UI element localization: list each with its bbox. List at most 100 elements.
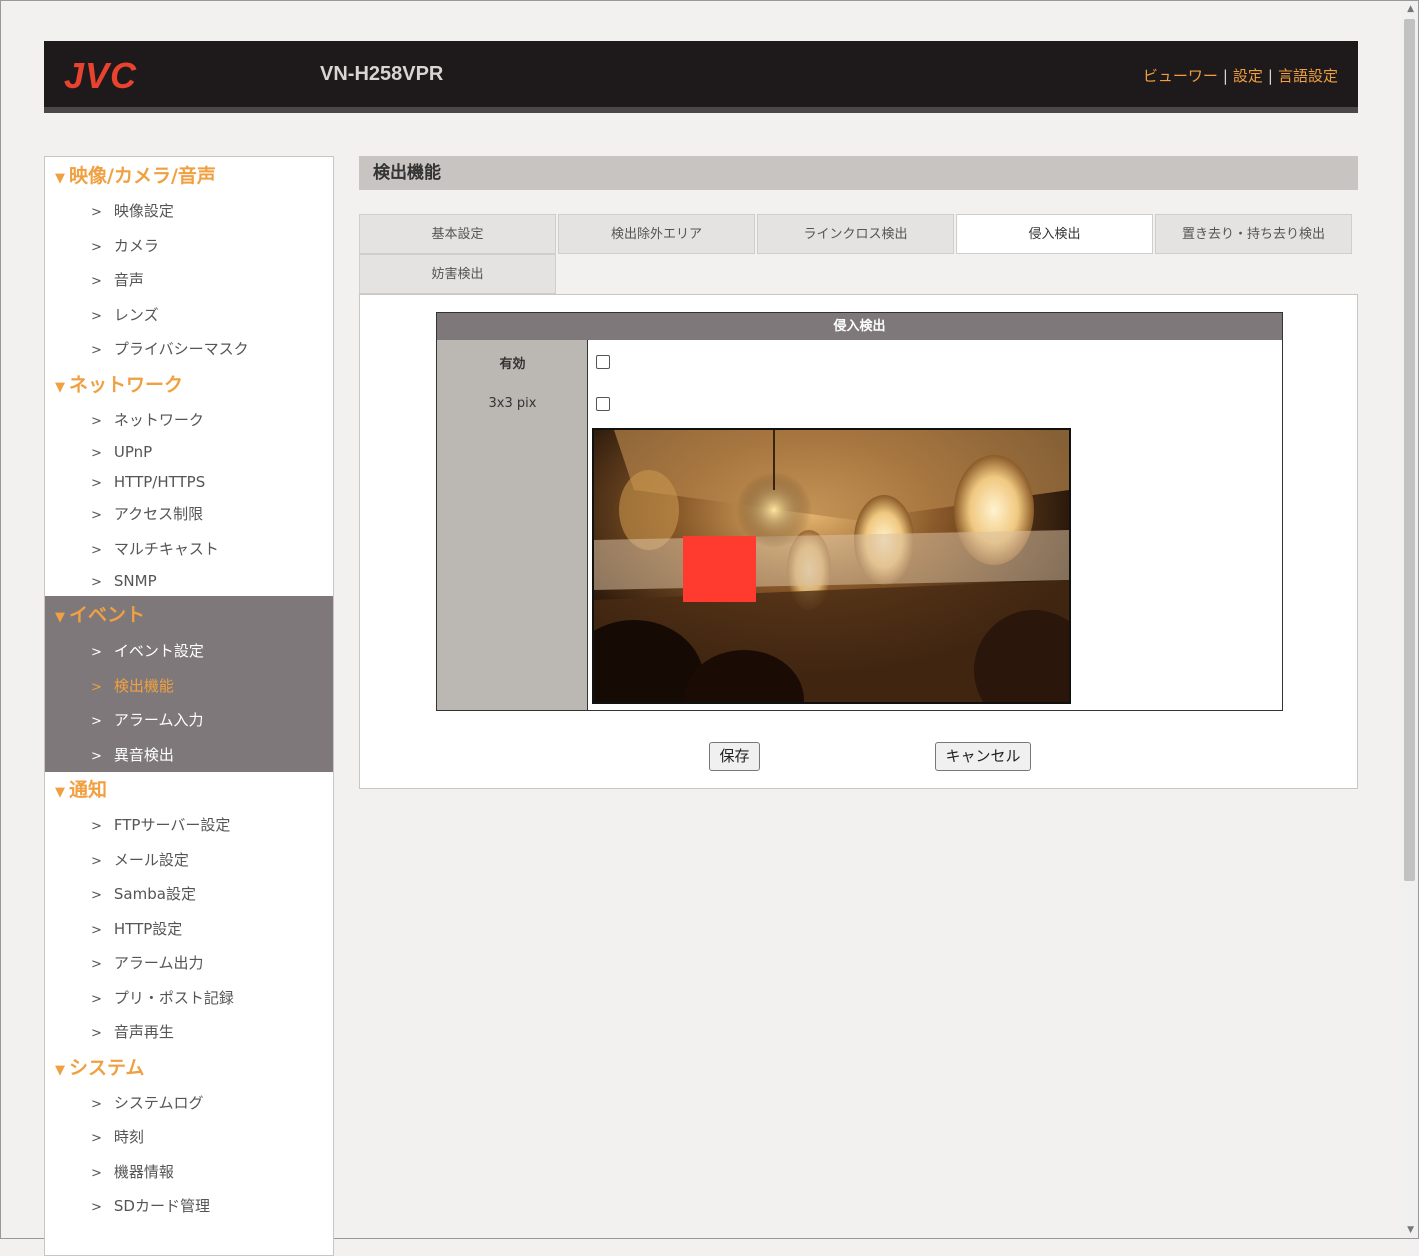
chevron-right-icon: > <box>91 343 102 358</box>
separator: | <box>1267 67 1273 85</box>
sidebar-section-notification[interactable]: ▼ 通知 <box>45 772 333 808</box>
chevron-right-icon: > <box>91 575 102 590</box>
section-title: イベント <box>69 604 146 626</box>
language-link[interactable]: 言語設定 <box>1278 67 1338 85</box>
sidebar-item-access-control[interactable]: > アクセス制限 <box>45 497 333 532</box>
sidebar-item-multicast[interactable]: > マルチキャスト <box>45 532 333 567</box>
chevron-right-icon: > <box>91 679 102 695</box>
item-label: カメラ <box>113 236 159 255</box>
section-title: ネットワーク <box>69 373 184 396</box>
chevron-right-icon: > <box>91 991 102 1007</box>
jvc-logo: JVC <box>64 55 138 96</box>
sidebar-item-audio-detection[interactable]: > 異音検出 <box>45 738 333 773</box>
table-header: 侵入検出 <box>437 313 1282 340</box>
sidebar-item-camera[interactable]: > カメラ <box>45 229 333 264</box>
chevron-right-icon: > <box>91 1096 102 1112</box>
chevron-right-icon: > <box>91 308 102 324</box>
tab-intrusion[interactable]: 侵入検出 <box>956 214 1153 254</box>
scroll-down-icon[interactable]: ▼ <box>1407 1225 1414 1235</box>
item-label: 機器情報 <box>113 1162 174 1181</box>
section-title: 通知 <box>69 779 108 801</box>
chevron-right-icon: > <box>91 508 102 523</box>
page-title: 検出機能 <box>359 156 1358 190</box>
separator: | <box>1222 67 1228 85</box>
sidebar-item-pre-post-record[interactable]: > プリ・ポスト記録 <box>45 981 333 1016</box>
pix-label: 3x3 pix <box>488 396 537 411</box>
sidebar-section-event[interactable]: ▼ イベント <box>45 596 333 634</box>
chevron-right-icon: > <box>91 1131 102 1146</box>
chevron-right-icon: > <box>91 922 102 938</box>
top-header: JVC VN-H258VPR ビューワー | 設定 | 言語設定 <box>44 41 1358 113</box>
pix-checkbox[interactable] <box>596 397 610 411</box>
triangle-down-icon: ▼ <box>55 1062 65 1078</box>
triangle-down-icon: ▼ <box>55 785 65 800</box>
intrusion-table: 侵入検出 有効 3x3 pix <box>436 312 1283 711</box>
tab-basic-settings[interactable]: 基本設定 <box>359 214 556 254</box>
item-label: Samba設定 <box>113 885 196 903</box>
item-label: プライバシーマスク <box>113 340 249 358</box>
sidebar-item-lens[interactable]: > レンズ <box>45 298 333 333</box>
scroll-up-icon[interactable]: ▲ <box>1407 4 1414 14</box>
sidebar-item-alarm-input[interactable]: > アラーム入力 <box>45 703 333 738</box>
sidebar-section-video[interactable]: ▼ 映像/カメラ/音声 <box>45 158 333 194</box>
item-label: イベント設定 <box>113 642 204 660</box>
sidebar-item-alarm-output[interactable]: > アラーム出力 <box>45 946 333 981</box>
sidebar-section-network[interactable]: ▼ ネットワーク <box>45 367 333 403</box>
item-label: アクセス制限 <box>113 505 204 523</box>
camera-preview[interactable] <box>592 428 1071 704</box>
sidebar-item-network[interactable]: > ネットワーク <box>45 403 333 438</box>
sidebar-item-event-settings[interactable]: > イベント設定 <box>45 634 333 669</box>
viewer-link[interactable]: ビューワー <box>1143 67 1218 85</box>
save-button[interactable]: 保存 <box>709 742 760 771</box>
chevron-right-icon: > <box>91 1165 102 1181</box>
item-label: システムログ <box>113 1093 204 1112</box>
item-label: SNMP <box>113 572 157 590</box>
top-links: ビューワー | 設定 | 言語設定 <box>1143 65 1338 86</box>
sidebar-item-sd-card[interactable]: > SDカード管理 <box>45 1189 333 1224</box>
tab-exclusion-area[interactable]: 検出除外エリア <box>558 214 755 254</box>
chevron-right-icon: > <box>91 205 102 220</box>
sidebar-item-http-settings[interactable]: > HTTP設定 <box>45 912 333 947</box>
sidebar-item-system-log[interactable]: > システムログ <box>45 1086 333 1121</box>
model-name: VN-H258VPR <box>320 63 444 85</box>
tab-abandoned-removed[interactable]: 置き去り・持ち去り検出 <box>1155 214 1352 254</box>
chevron-right-icon: > <box>91 819 102 834</box>
chevron-right-icon: > <box>91 1026 102 1041</box>
item-label: レンズ <box>113 305 159 324</box>
sidebar-item-audio-playback[interactable]: > 音声再生 <box>45 1015 333 1050</box>
sidebar-section-system[interactable]: ▼ システム <box>45 1050 333 1086</box>
item-label: プリ・ポスト記録 <box>113 988 234 1007</box>
scrollbar-thumb[interactable] <box>1404 19 1415 881</box>
settings-link[interactable]: 設定 <box>1233 67 1263 85</box>
section-title: 映像/カメラ/音声 <box>69 165 216 187</box>
sidebar-item-mail[interactable]: > メール設定 <box>45 843 333 878</box>
item-label: 映像設定 <box>113 202 174 220</box>
sidebar-item-video-settings[interactable]: > 映像設定 <box>45 194 333 229</box>
sidebar-item-audio[interactable]: > 音声 <box>45 263 333 298</box>
enable-label: 有効 <box>499 357 526 372</box>
chevron-right-icon: > <box>91 853 102 869</box>
sidebar-item-time[interactable]: > 時刻 <box>45 1120 333 1155</box>
chevron-right-icon: > <box>91 714 102 729</box>
sidebar-item-detection[interactable]: > 検出機能 <box>45 669 333 704</box>
tab-line-cross[interactable]: ラインクロス検出 <box>757 214 954 254</box>
enable-checkbox[interactable] <box>596 355 610 369</box>
item-label: SDカード管理 <box>113 1197 210 1215</box>
sidebar-item-privacy-mask[interactable]: > プライバシーマスク <box>45 332 333 367</box>
sidebar-item-snmp[interactable]: > SNMP <box>45 566 333 596</box>
chevron-right-icon: > <box>91 1200 102 1215</box>
sidebar-item-device-info[interactable]: > 機器情報 <box>45 1155 333 1190</box>
item-label: HTTP設定 <box>113 919 183 938</box>
item-label: UPnP <box>113 443 153 461</box>
item-label: アラーム出力 <box>113 954 204 972</box>
chevron-right-icon: > <box>91 274 102 289</box>
cancel-button[interactable]: キャンセル <box>935 742 1031 771</box>
sidebar-item-http-https[interactable]: > HTTP/HTTPS <box>45 467 333 497</box>
scrollbar[interactable]: ▲ ▼ <box>1401 1 1418 1238</box>
sidebar-item-ftp-server[interactable]: > FTPサーバー設定 <box>45 808 333 843</box>
sidebar-item-samba[interactable]: > Samba設定 <box>45 877 333 912</box>
chevron-right-icon: > <box>91 239 102 255</box>
sidebar-item-upnp[interactable]: > UPnP <box>45 437 333 467</box>
item-label: FTPサーバー設定 <box>113 816 231 834</box>
tab-tamper[interactable]: 妨害検出 <box>359 254 556 294</box>
